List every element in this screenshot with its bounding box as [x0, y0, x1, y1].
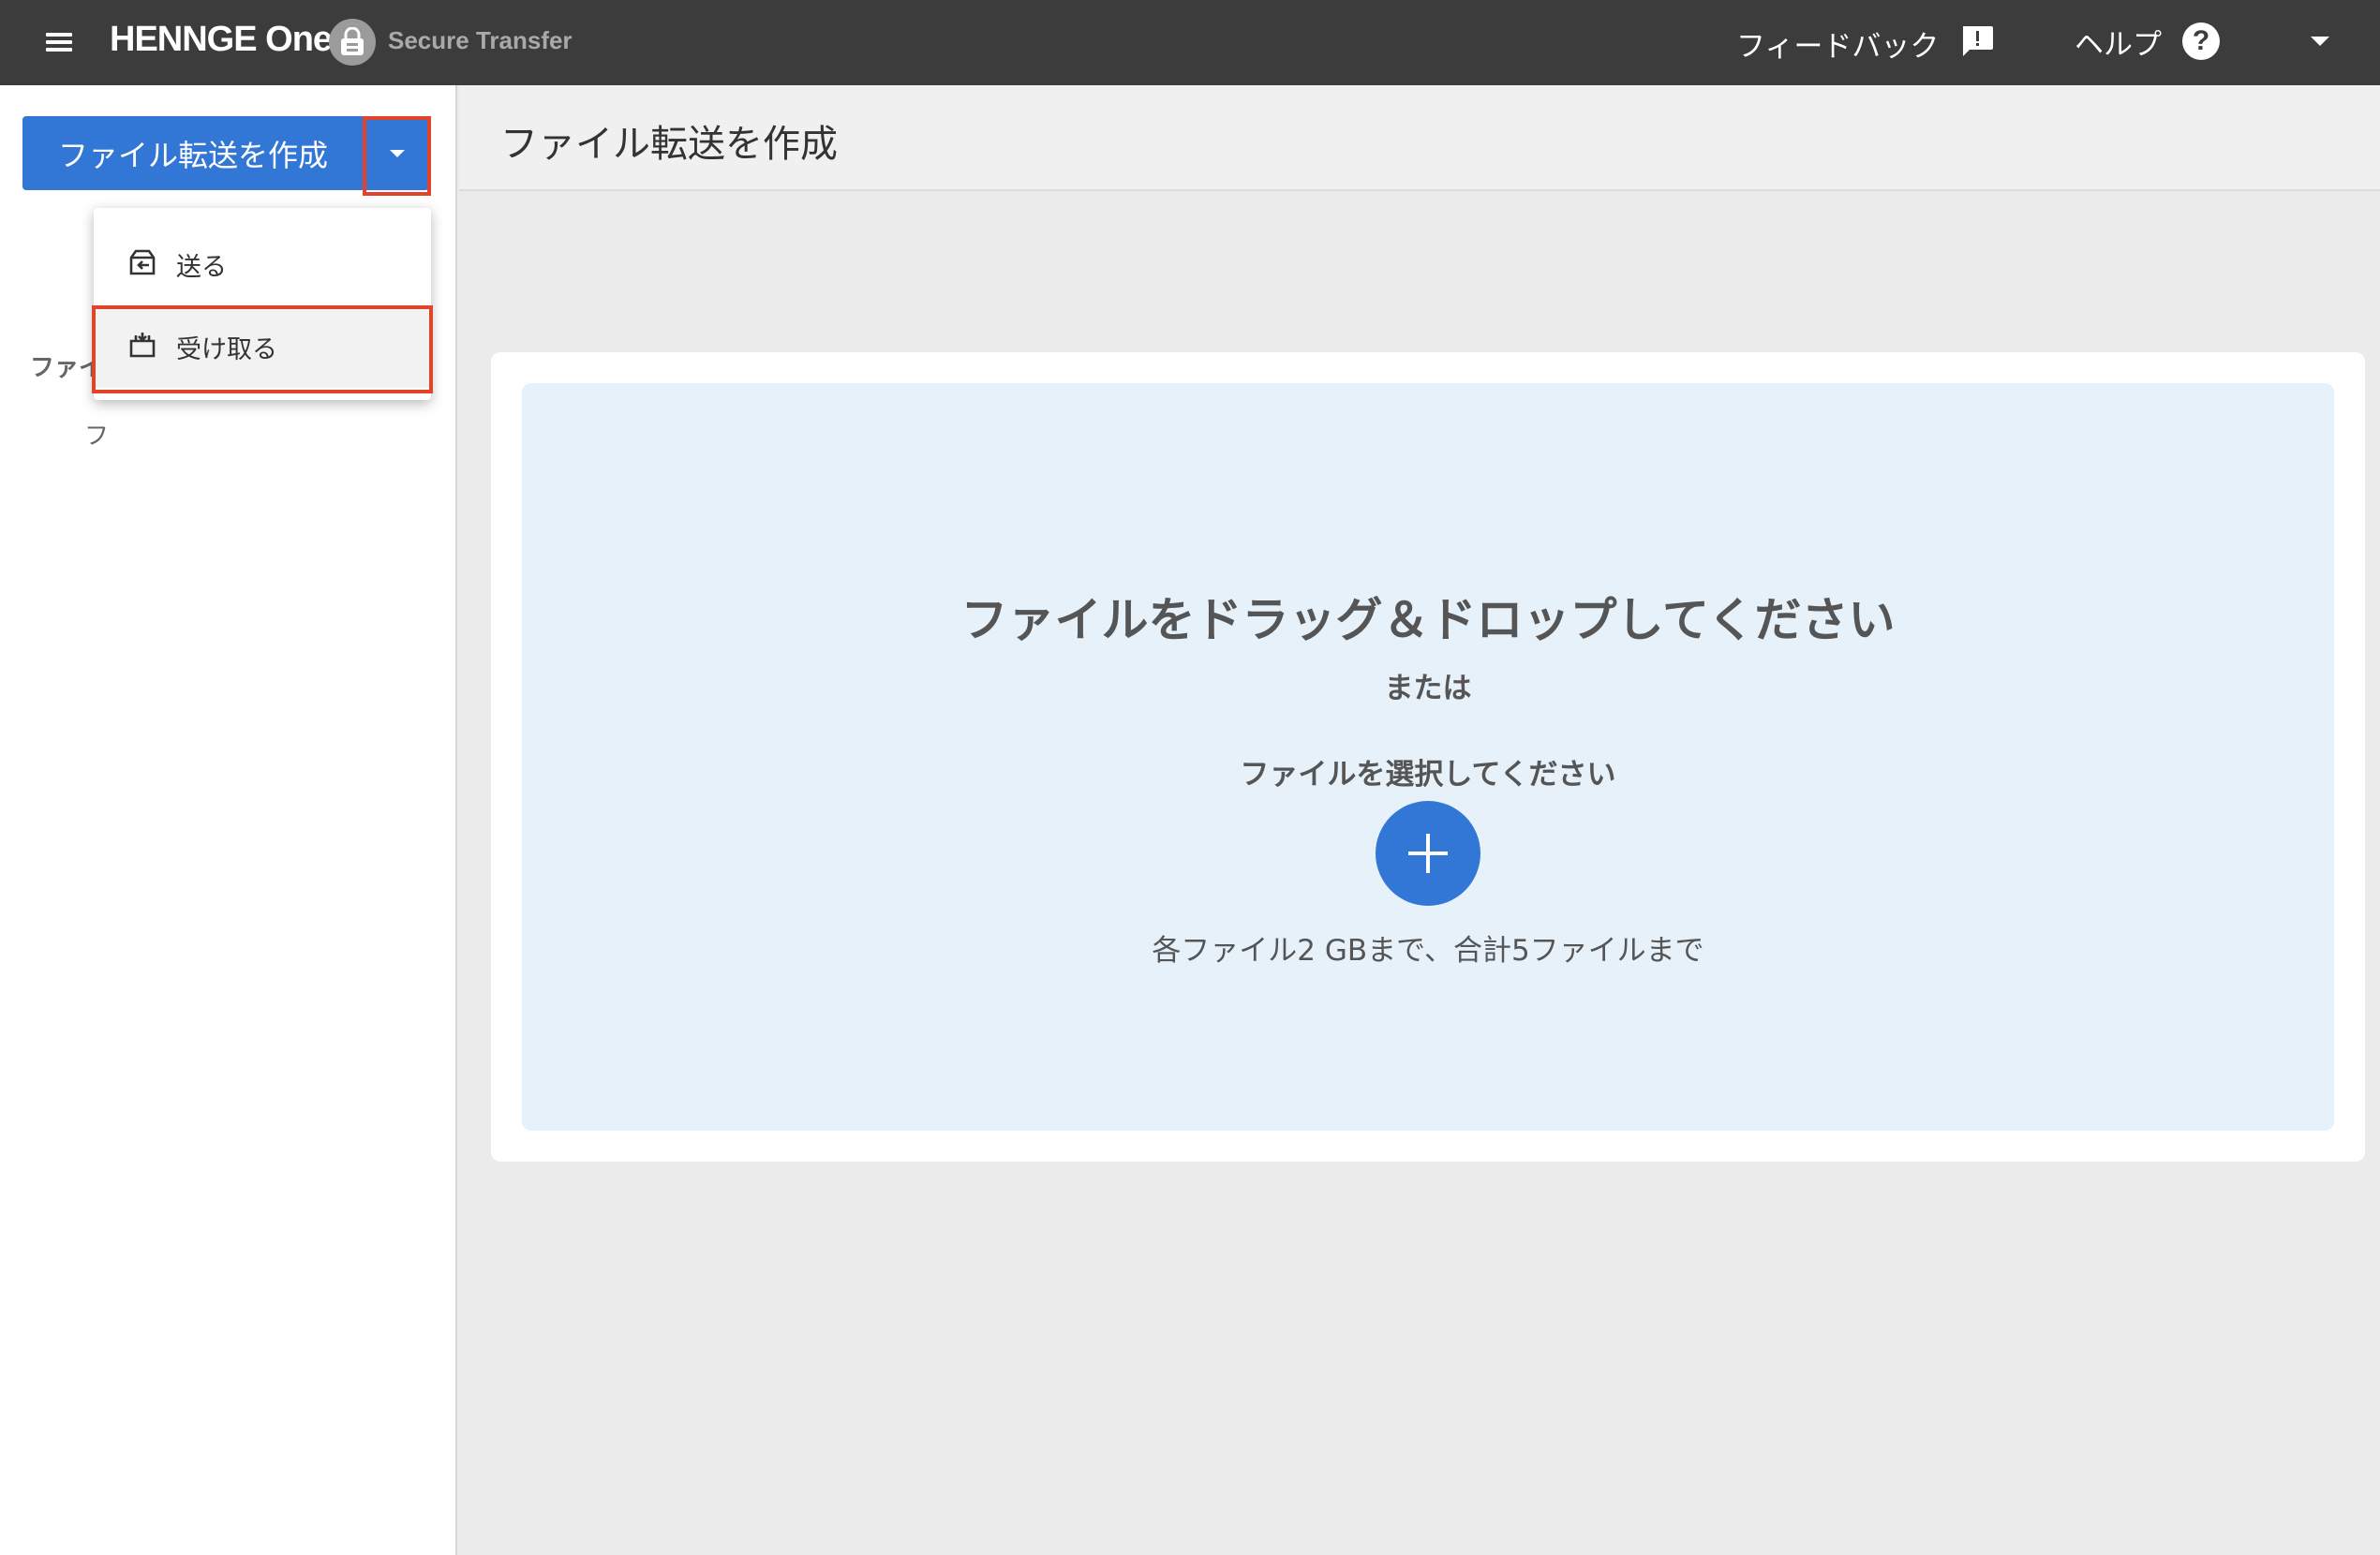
page-header: ファイル転送を作成 — [459, 85, 2380, 191]
add-file-button[interactable] — [1376, 801, 1480, 906]
henngeone-logo: HENNGE One — [110, 20, 333, 59]
menu-item-send[interactable]: 送る — [94, 223, 431, 305]
upload-card: ファイルをドラッグ＆ドロップしてください または ファイルを選択してください 各… — [491, 352, 2365, 1162]
caret-down-icon — [390, 150, 405, 157]
feedback-button[interactable]: フィードバック — [1736, 22, 1995, 64]
top-app-bar: HENNGE One Secure Transfer フィードバック ヘルプ ? — [0, 0, 2380, 85]
plus-icon — [1408, 834, 1448, 873]
receive-box-icon — [127, 330, 157, 363]
menu-item-receive[interactable]: 受け取る — [94, 305, 431, 388]
app-name: Secure Transfer — [388, 26, 573, 54]
sidebar-section-label: ファイ — [30, 354, 104, 382]
create-transfer-menu: 送る 受け取る — [94, 208, 431, 400]
sidebar-item[interactable]: フ — [84, 417, 109, 452]
dropzone-limit-text: 各ファイル2 GBまで、合計5ファイルまで — [1152, 934, 1704, 968]
send-box-icon — [127, 247, 157, 281]
secure-transfer-app-icon — [329, 19, 376, 66]
help-label: ヘルプ — [2075, 27, 2162, 62]
page-title: ファイル転送を作成 — [500, 123, 838, 166]
dropzone-select-text: ファイルを選択してください — [1240, 758, 1616, 792]
help-icon: ? — [2182, 22, 2220, 60]
feedback-label: フィードバック — [1736, 29, 1940, 64]
file-dropzone[interactable]: ファイルをドラッグ＆ドロップしてください または ファイルを選択してください 各… — [522, 383, 2334, 1131]
create-transfer-dropdown-toggle[interactable] — [364, 116, 429, 190]
dropzone-title: ファイルをドラッグ＆ドロップしてください — [960, 593, 1896, 647]
help-button[interactable]: ヘルプ ? — [2075, 21, 2220, 62]
create-transfer-button[interactable]: ファイル転送を作成 — [22, 116, 364, 190]
account-menu-chevron-down-icon[interactable] — [2311, 37, 2329, 46]
hamburger-menu-icon[interactable] — [41, 28, 79, 58]
feedback-icon — [1959, 23, 1995, 63]
menu-item-receive-label: 受け取る — [176, 334, 277, 364]
menu-item-send-label: 送る — [176, 252, 227, 282]
dropzone-or-text: または — [1384, 672, 1472, 705]
